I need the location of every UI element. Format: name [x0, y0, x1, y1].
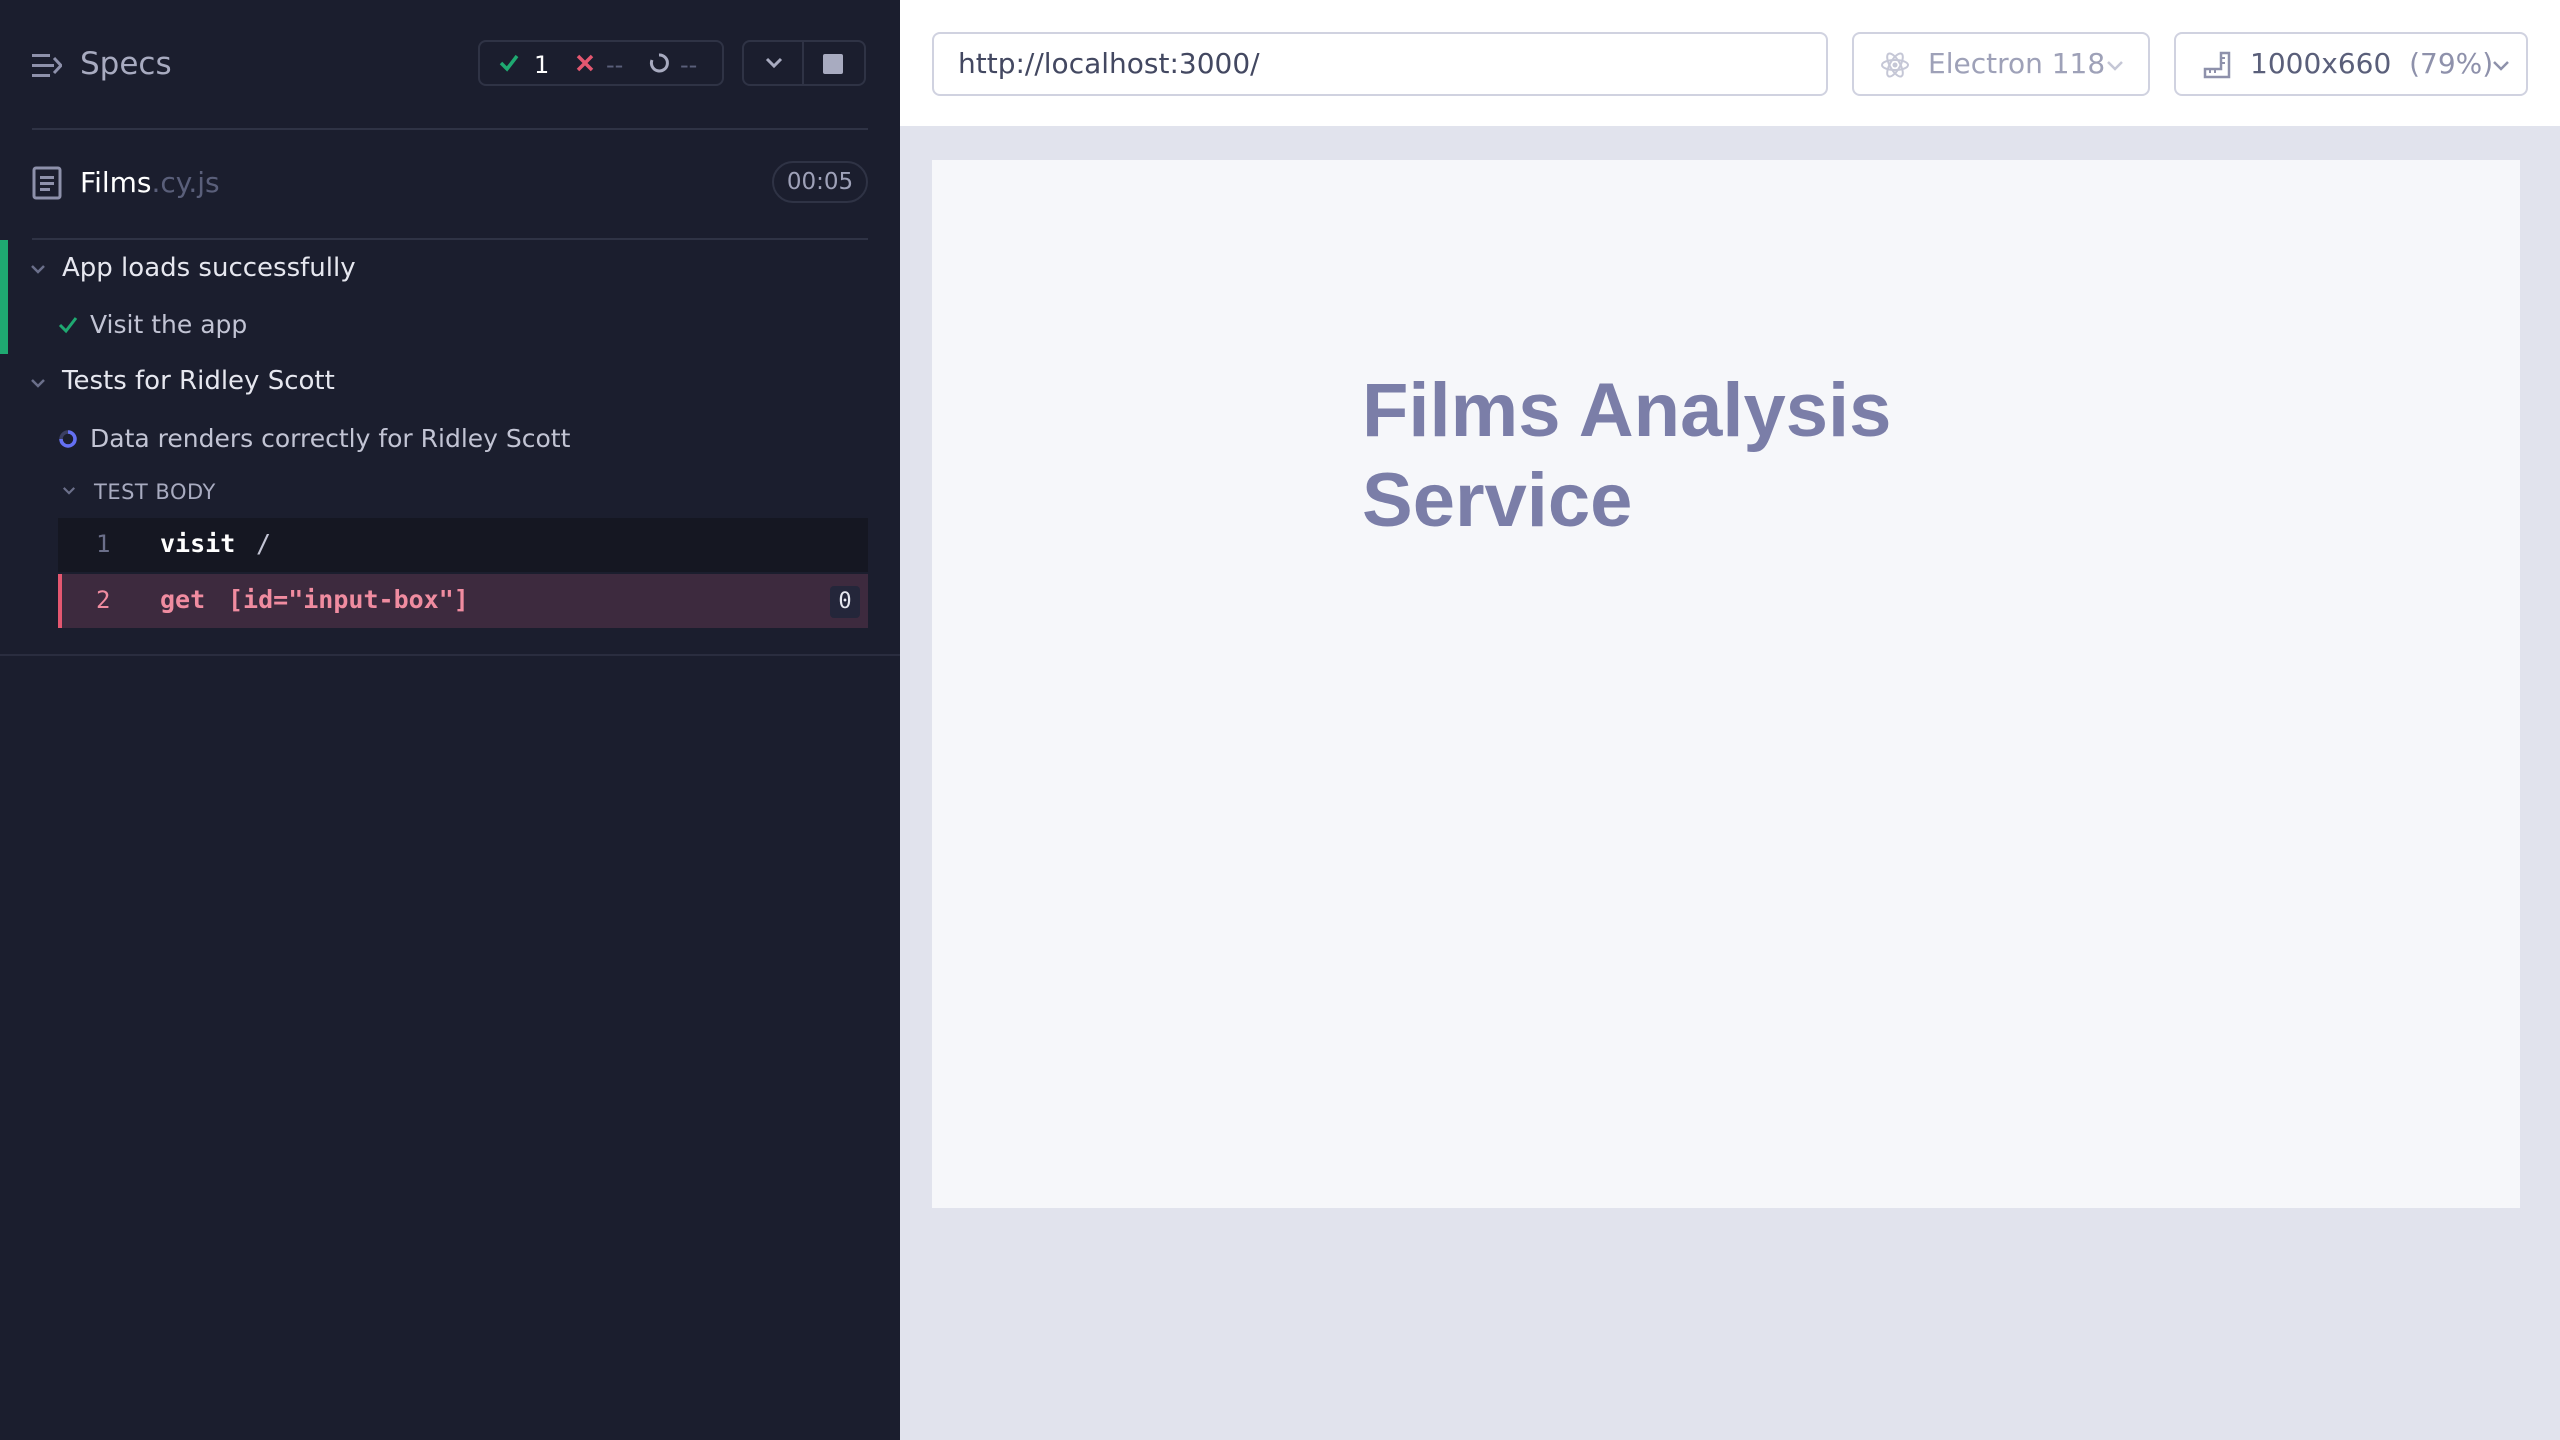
browser-selector[interactable]: Electron 118: [1852, 32, 2150, 96]
stop-button[interactable]: [804, 40, 866, 86]
failed-count: --: [606, 51, 624, 79]
url-input[interactable]: http://localhost:3000/: [932, 32, 1828, 96]
spec-duration: 00:05: [772, 161, 868, 203]
chevron-down-icon[interactable]: [62, 486, 76, 495]
reporter-header: Specs 1 -- --: [0, 0, 900, 130]
collapse-all-button[interactable]: [742, 40, 804, 86]
file-divider: [32, 238, 868, 240]
test-stats: 1 -- --: [478, 40, 724, 86]
aut-panel: http://localhost:3000/ Electron 118 1000…: [900, 0, 2560, 1440]
header-divider: [32, 128, 868, 130]
command-name: get: [160, 585, 206, 614]
command-row-failed[interactable]: 2 get [id="input-box"] 0: [58, 574, 868, 628]
passed-icon: [499, 54, 519, 72]
browser-name: Electron 118: [1928, 47, 2106, 80]
command-message: [id="input-box"]: [228, 585, 469, 614]
chevron-down-icon: [2493, 61, 2509, 71]
test-title[interactable]: Data renders correctly for Ridley Scott: [90, 424, 570, 453]
reporter-sidebar: Specs 1 -- -- Films.cy.js 00:05 App load…: [0, 0, 900, 1440]
stop-icon: [823, 54, 843, 74]
command-number: 1: [96, 530, 111, 558]
app-title: Films Analysis Service: [1362, 368, 1892, 543]
pending-icon: [649, 53, 669, 73]
chevron-down-icon: [2107, 61, 2123, 71]
test-body-label: TEST BODY: [94, 480, 216, 504]
electron-icon: [1881, 52, 1909, 78]
app-under-test-frame: Films Analysis Service: [932, 160, 2520, 1208]
passed-count: 1: [534, 51, 550, 79]
specs-label[interactable]: Specs: [80, 46, 172, 82]
command-message: /: [256, 529, 272, 558]
element-count-badge: 0: [830, 586, 860, 618]
viewport-size: 1000x660 (79%): [2250, 47, 2494, 80]
suite-passed-indicator: [0, 240, 8, 354]
viewport-selector[interactable]: 1000x660 (79%): [2174, 32, 2528, 96]
aut-toolbar: http://localhost:3000/ Electron 118 1000…: [900, 0, 2560, 128]
command-row[interactable]: 1 visit /: [58, 518, 868, 572]
runnable-divider: [0, 654, 900, 656]
ruler-icon: [2203, 51, 2231, 79]
chevron-down-icon[interactable]: [30, 378, 46, 388]
failed-icon: [576, 54, 594, 72]
command-number: 2: [96, 586, 111, 614]
running-spinner-icon: [59, 430, 77, 448]
chevron-down-icon[interactable]: [30, 264, 46, 274]
document-icon: [32, 166, 62, 200]
command-name: visit: [160, 529, 236, 558]
test-title[interactable]: Visit the app: [90, 310, 247, 339]
suite-title[interactable]: Tests for Ridley Scott: [62, 366, 335, 396]
chevron-down-icon: [765, 57, 783, 69]
spec-file-name[interactable]: Films.cy.js: [80, 166, 220, 199]
pending-count: --: [680, 51, 698, 79]
specs-list-icon[interactable]: [32, 52, 62, 80]
suite-title[interactable]: App loads successfully: [62, 253, 356, 283]
check-icon: [58, 317, 78, 334]
